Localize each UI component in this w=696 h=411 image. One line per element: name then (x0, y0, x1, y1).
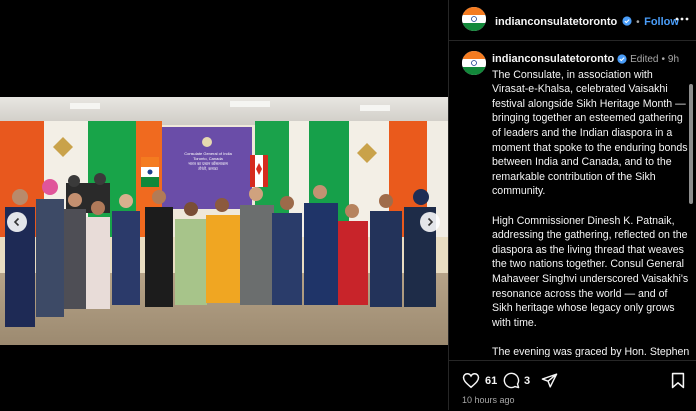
more-options-icon[interactable] (675, 14, 689, 24)
edited-label: Edited (630, 54, 659, 65)
caption-paragraph: High Commissioner Dinesh K. Patnaik, add… (492, 214, 690, 331)
caption-text-2: High Commissioner Dinesh K. Patnaik, add… (492, 214, 689, 329)
avatar[interactable] (462, 7, 486, 31)
next-image-button[interactable] (420, 212, 440, 232)
group-photo-image (0, 97, 448, 345)
post-media: Consulate General of India Toronto, Cana… (0, 0, 448, 410)
india-flag-avatar-icon (462, 7, 486, 31)
caption-scrollbar[interactable] (689, 48, 693, 358)
comments-count[interactable]: 3 (524, 375, 530, 387)
dot-separator: • (661, 54, 665, 65)
post-photo[interactable]: Consulate General of India Toronto, Cana… (0, 97, 448, 345)
bookmark-icon[interactable] (671, 372, 685, 389)
caption-text-3: The evening was graced by Hon. Stephen L… (492, 345, 690, 357)
caption-paragraph: indianconsulatetoronto Edited • 9h The C… (492, 52, 690, 199)
post-timestamp[interactable]: 10 hours ago (462, 395, 515, 405)
caption-text-1: The Consulate, in association with Viras… (492, 68, 688, 198)
caption-paragraph: The evening was graced by Hon. Stephen L… (492, 345, 690, 357)
caption-username[interactable]: indianconsulatetoronto (492, 53, 614, 65)
previous-image-button[interactable] (7, 212, 27, 232)
verified-badge-icon (617, 54, 627, 64)
india-flag-avatar-icon (462, 51, 486, 75)
share-send-icon[interactable] (541, 372, 558, 389)
header-user-row: indianconsulatetoronto • Follow (495, 12, 679, 30)
dot-separator: • (636, 17, 640, 28)
username-link[interactable]: indianconsulatetoronto (495, 16, 617, 28)
post-age[interactable]: 9h (668, 54, 679, 65)
post-header: indianconsulatetoronto • Follow (449, 0, 696, 41)
likes-count[interactable]: 61 (485, 375, 497, 387)
chevron-left-icon (13, 217, 20, 227)
caption-avatar[interactable] (462, 51, 486, 75)
verified-badge-icon (622, 16, 632, 26)
follow-button[interactable]: Follow (644, 16, 679, 28)
banner-line4: टोरंटो, कनाडा (198, 166, 218, 171)
chevron-right-icon (427, 217, 434, 227)
scrollbar-thumb[interactable] (689, 84, 693, 204)
heart-icon[interactable] (462, 372, 480, 389)
consulate-banner: Consulate General of India Toronto, Cana… (166, 151, 250, 171)
post-side-panel: indianconsulatetoronto • Follow indianco… (448, 0, 696, 410)
post-caption: indianconsulatetoronto Edited • 9h The C… (492, 52, 690, 357)
comment-bubble-icon[interactable] (503, 372, 520, 389)
